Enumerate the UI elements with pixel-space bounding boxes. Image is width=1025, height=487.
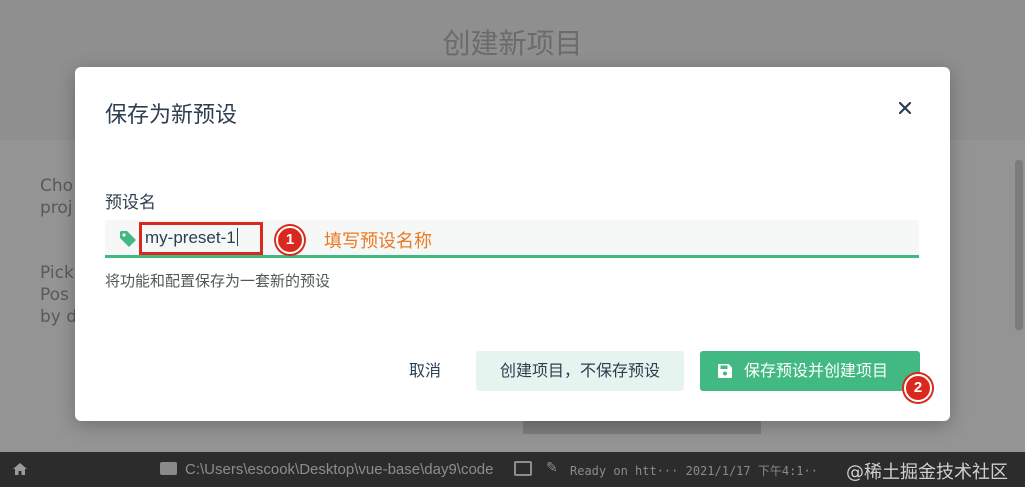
annotation-badge-2: 2 bbox=[904, 374, 932, 402]
pen-icon: ✎ bbox=[546, 460, 558, 476]
save-and-create-label: 保存预设并创建项目 bbox=[744, 361, 889, 380]
annotation-text-1: 填写预设名称 bbox=[324, 231, 432, 252]
preset-hint: 将功能和配置保存为一套新的预设 bbox=[105, 272, 331, 290]
cancel-button[interactable]: 取消 bbox=[393, 352, 457, 390]
folder-icon bbox=[160, 462, 177, 475]
project-path[interactable]: C:\Users\escook\Desktop\vue-base\day9\co… bbox=[185, 461, 494, 478]
log-icon[interactable] bbox=[514, 461, 532, 476]
close-icon[interactable] bbox=[894, 97, 916, 119]
tag-icon bbox=[120, 231, 136, 247]
create-without-saving-button[interactable]: 创建项目，不保存预设 bbox=[476, 351, 684, 391]
home-icon[interactable] bbox=[12, 461, 28, 477]
annotation-badge-1: 1 bbox=[276, 226, 304, 254]
save-preset-dialog: 保存为新预设 预设名 my-preset-1 1 填写预设名称 将功能和配置保存… bbox=[75, 67, 950, 421]
dialog-title: 保存为新预设 bbox=[105, 103, 238, 128]
watermark: @稀土掘金技术社区 bbox=[846, 462, 1008, 483]
log-message: Ready on htt··· 2021/1/17 下午4:1·· bbox=[570, 464, 818, 478]
preset-name-label: 预设名 bbox=[105, 193, 156, 213]
status-bar: C:\Users\escook\Desktop\vue-base\day9\co… bbox=[0, 452, 1025, 487]
annotation-highlight-box bbox=[139, 222, 263, 255]
save-icon bbox=[718, 364, 732, 378]
save-and-create-button[interactable]: 保存预设并创建项目 bbox=[700, 351, 920, 391]
